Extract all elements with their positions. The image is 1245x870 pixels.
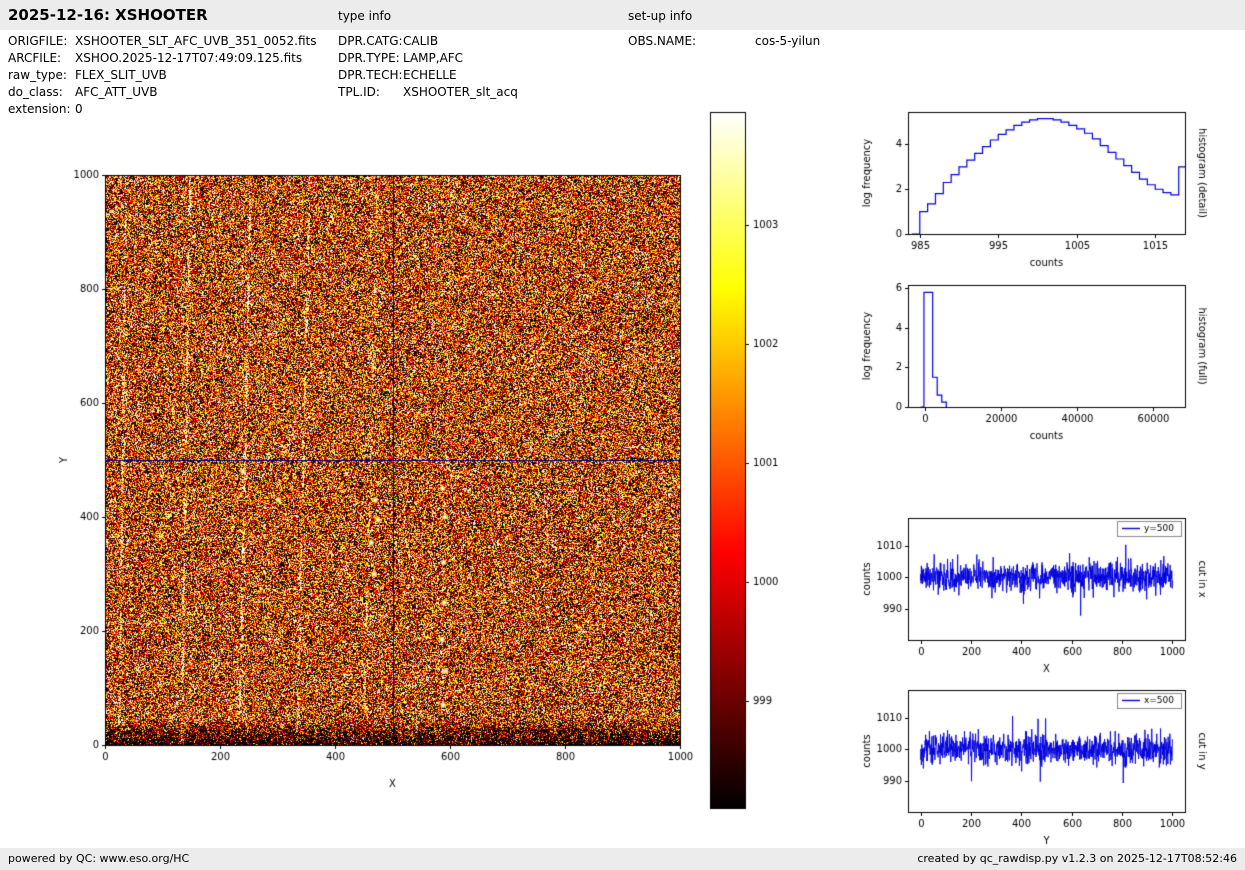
meta-row: do_class:AFC_ATT_UVB [8, 84, 316, 101]
footer-right-text: created by qc_rawdisp.py v1.2.3 on 2025-… [917, 848, 1237, 870]
type-info-column: DPR.CATG:CALIB DPR.TYPE:LAMP,AFC DPR.TEC… [338, 33, 518, 101]
meta-label: raw_type: [8, 67, 75, 84]
type-info-heading: type info [338, 9, 391, 23]
meta-label: DPR.TYPE: [338, 50, 403, 67]
histogram-full-plot [845, 277, 1213, 449]
meta-value: LAMP,AFC [403, 51, 463, 65]
meta-value: XSHOOTER_SLT_AFC_UVB_351_0052.fits [75, 34, 316, 48]
meta-label: extension: [8, 101, 75, 118]
meta-value: 0 [75, 102, 83, 116]
meta-row: ARCFILE:XSHOO.2025-12-17T07:49:09.125.fi… [8, 50, 316, 67]
footer-bar: powered by QC: www.eso.org/HC created by… [0, 848, 1245, 870]
meta-label: DPR.CATG: [338, 33, 403, 50]
histogram-detail-plot [845, 104, 1213, 276]
meta-label: do_class: [8, 84, 75, 101]
meta-label: TPL.ID: [338, 84, 403, 101]
colorbar [698, 104, 790, 816]
meta-value: ECHELLE [403, 68, 457, 82]
meta-row: DPR.TECH:ECHELLE [338, 67, 518, 84]
meta-value: FLEX_SLIT_UVB [75, 68, 167, 82]
meta-row: OBS.NAME:cos-5-yilun [628, 33, 820, 50]
file-info-column: ORIGFILE:XSHOOTER_SLT_AFC_UVB_351_0052.f… [8, 33, 316, 118]
meta-label: DPR.TECH: [338, 67, 403, 84]
page-title: 2025-12-16: XSHOOTER [8, 6, 208, 24]
meta-row: ORIGFILE:XSHOOTER_SLT_AFC_UVB_351_0052.f… [8, 33, 316, 50]
meta-row: DPR.CATG:CALIB [338, 33, 518, 50]
meta-value: AFC_ATT_UVB [75, 85, 157, 99]
meta-value: cos-5-yilun [755, 34, 820, 48]
cut-in-x-plot [845, 510, 1213, 682]
setup-info-heading: set-up info [628, 9, 692, 23]
meta-row: extension:0 [8, 101, 316, 118]
meta-value: XSHOOTER_slt_acq [403, 85, 518, 99]
header-bar: 2025-12-16: XSHOOTER type info set-up in… [0, 0, 1245, 30]
meta-row: DPR.TYPE:LAMP,AFC [338, 50, 518, 67]
meta-value: CALIB [403, 34, 438, 48]
raw-frame-heatmap [40, 160, 700, 805]
cut-in-y-plot [845, 682, 1213, 848]
meta-row: TPL.ID:XSHOOTER_slt_acq [338, 84, 518, 101]
meta-row: raw_type:FLEX_SLIT_UVB [8, 67, 316, 84]
meta-value: XSHOO.2025-12-17T07:49:09.125.fits [75, 51, 302, 65]
meta-label: OBS.NAME: [628, 33, 755, 50]
setup-info-column: OBS.NAME:cos-5-yilun [628, 33, 820, 50]
meta-label: ARCFILE: [8, 50, 75, 67]
footer-left-text: powered by QC: www.eso.org/HC [8, 848, 189, 870]
meta-label: ORIGFILE: [8, 33, 75, 50]
